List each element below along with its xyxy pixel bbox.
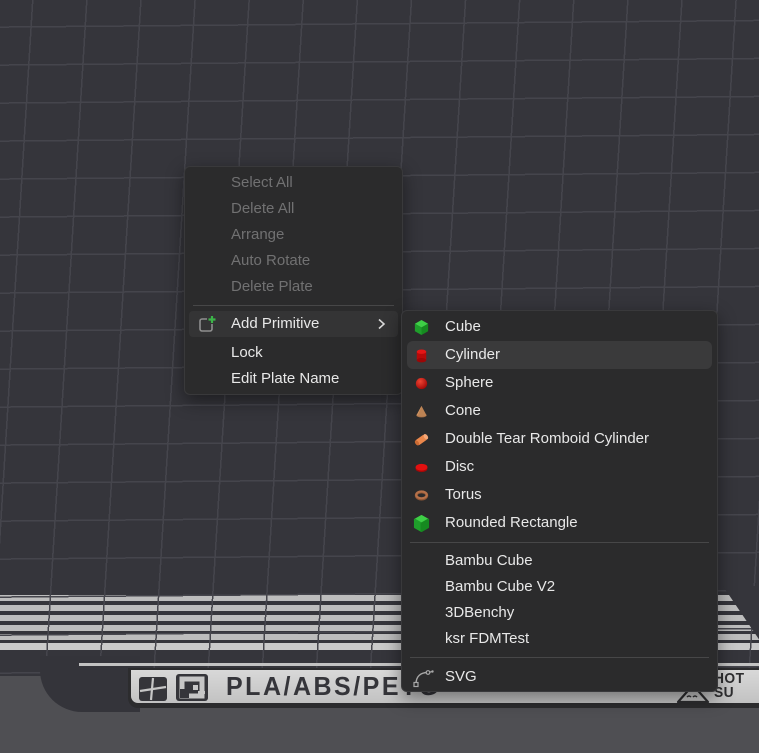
- bambu-monogram-logo-icon: [176, 674, 208, 701]
- submenu-item-3dbenchy[interactable]: 3DBenchy: [402, 600, 717, 626]
- bezier-curve-icon: [413, 669, 434, 689]
- submenu-item-torus[interactable]: Torus: [402, 481, 717, 509]
- menu-separator: [193, 305, 394, 306]
- menu-item-add-primitive[interactable]: Add Primitive: [189, 311, 398, 337]
- disc-icon: [413, 459, 430, 476]
- submenu-item-disc[interactable]: Disc: [402, 453, 717, 481]
- submenu-item-double-tear-romboid-cylinder[interactable]: Double Tear Romboid Cylinder: [402, 425, 717, 453]
- menu-item-lock[interactable]: Lock: [185, 340, 402, 366]
- slicer-viewport: PLA/ABS/PETG HOT SU Select All Delete Al…: [0, 0, 759, 753]
- cube-icon: [413, 319, 430, 336]
- menu-item-auto-rotate: Auto Rotate: [185, 248, 402, 274]
- submenu-item-cylinder[interactable]: Cylinder: [407, 341, 712, 369]
- submenu-item-bambu-cube-v2[interactable]: Bambu Cube V2: [402, 574, 717, 600]
- menu-item-delete-all: Delete All: [185, 196, 402, 222]
- sphere-icon: [413, 375, 430, 392]
- submenu-item-cone[interactable]: Cone: [402, 397, 717, 425]
- submenu-item-cube[interactable]: Cube: [402, 313, 717, 341]
- submenu-item-ksr-fdmtest[interactable]: ksr FDMTest: [402, 626, 717, 652]
- menu-item-arrange: Arrange: [185, 222, 402, 248]
- submenu-separator: [410, 542, 709, 543]
- cone-icon: [413, 403, 430, 420]
- add-primitive-submenu: Cube Cylinder: [401, 310, 718, 692]
- hot-surface-warning-text: HOT SU: [714, 672, 759, 700]
- torus-icon: [413, 487, 430, 504]
- add-primitive-icon: [198, 315, 217, 334]
- cylinder-icon: [413, 347, 430, 364]
- submenu-item-bambu-cube[interactable]: Bambu Cube: [402, 548, 717, 574]
- romboid-cylinder-icon: [413, 431, 430, 448]
- submenu-separator: [410, 657, 709, 658]
- rounded-rectangle-icon: [413, 515, 430, 532]
- submenu-item-svg[interactable]: SVG: [402, 663, 717, 691]
- submenu-chevron-icon: [372, 315, 390, 333]
- submenu-item-rounded-rectangle[interactable]: Rounded Rectangle: [402, 509, 717, 537]
- menu-item-delete-plate: Delete Plate: [185, 274, 402, 300]
- submenu-item-sphere[interactable]: Sphere: [402, 369, 717, 397]
- menu-item-select-all: Select All: [185, 170, 402, 196]
- plate-context-menu: Select All Delete All Arrange Auto Rotat…: [184, 166, 403, 395]
- menu-item-edit-plate-name[interactable]: Edit Plate Name: [185, 366, 402, 392]
- bambu-pinwheel-logo-icon: [139, 677, 167, 701]
